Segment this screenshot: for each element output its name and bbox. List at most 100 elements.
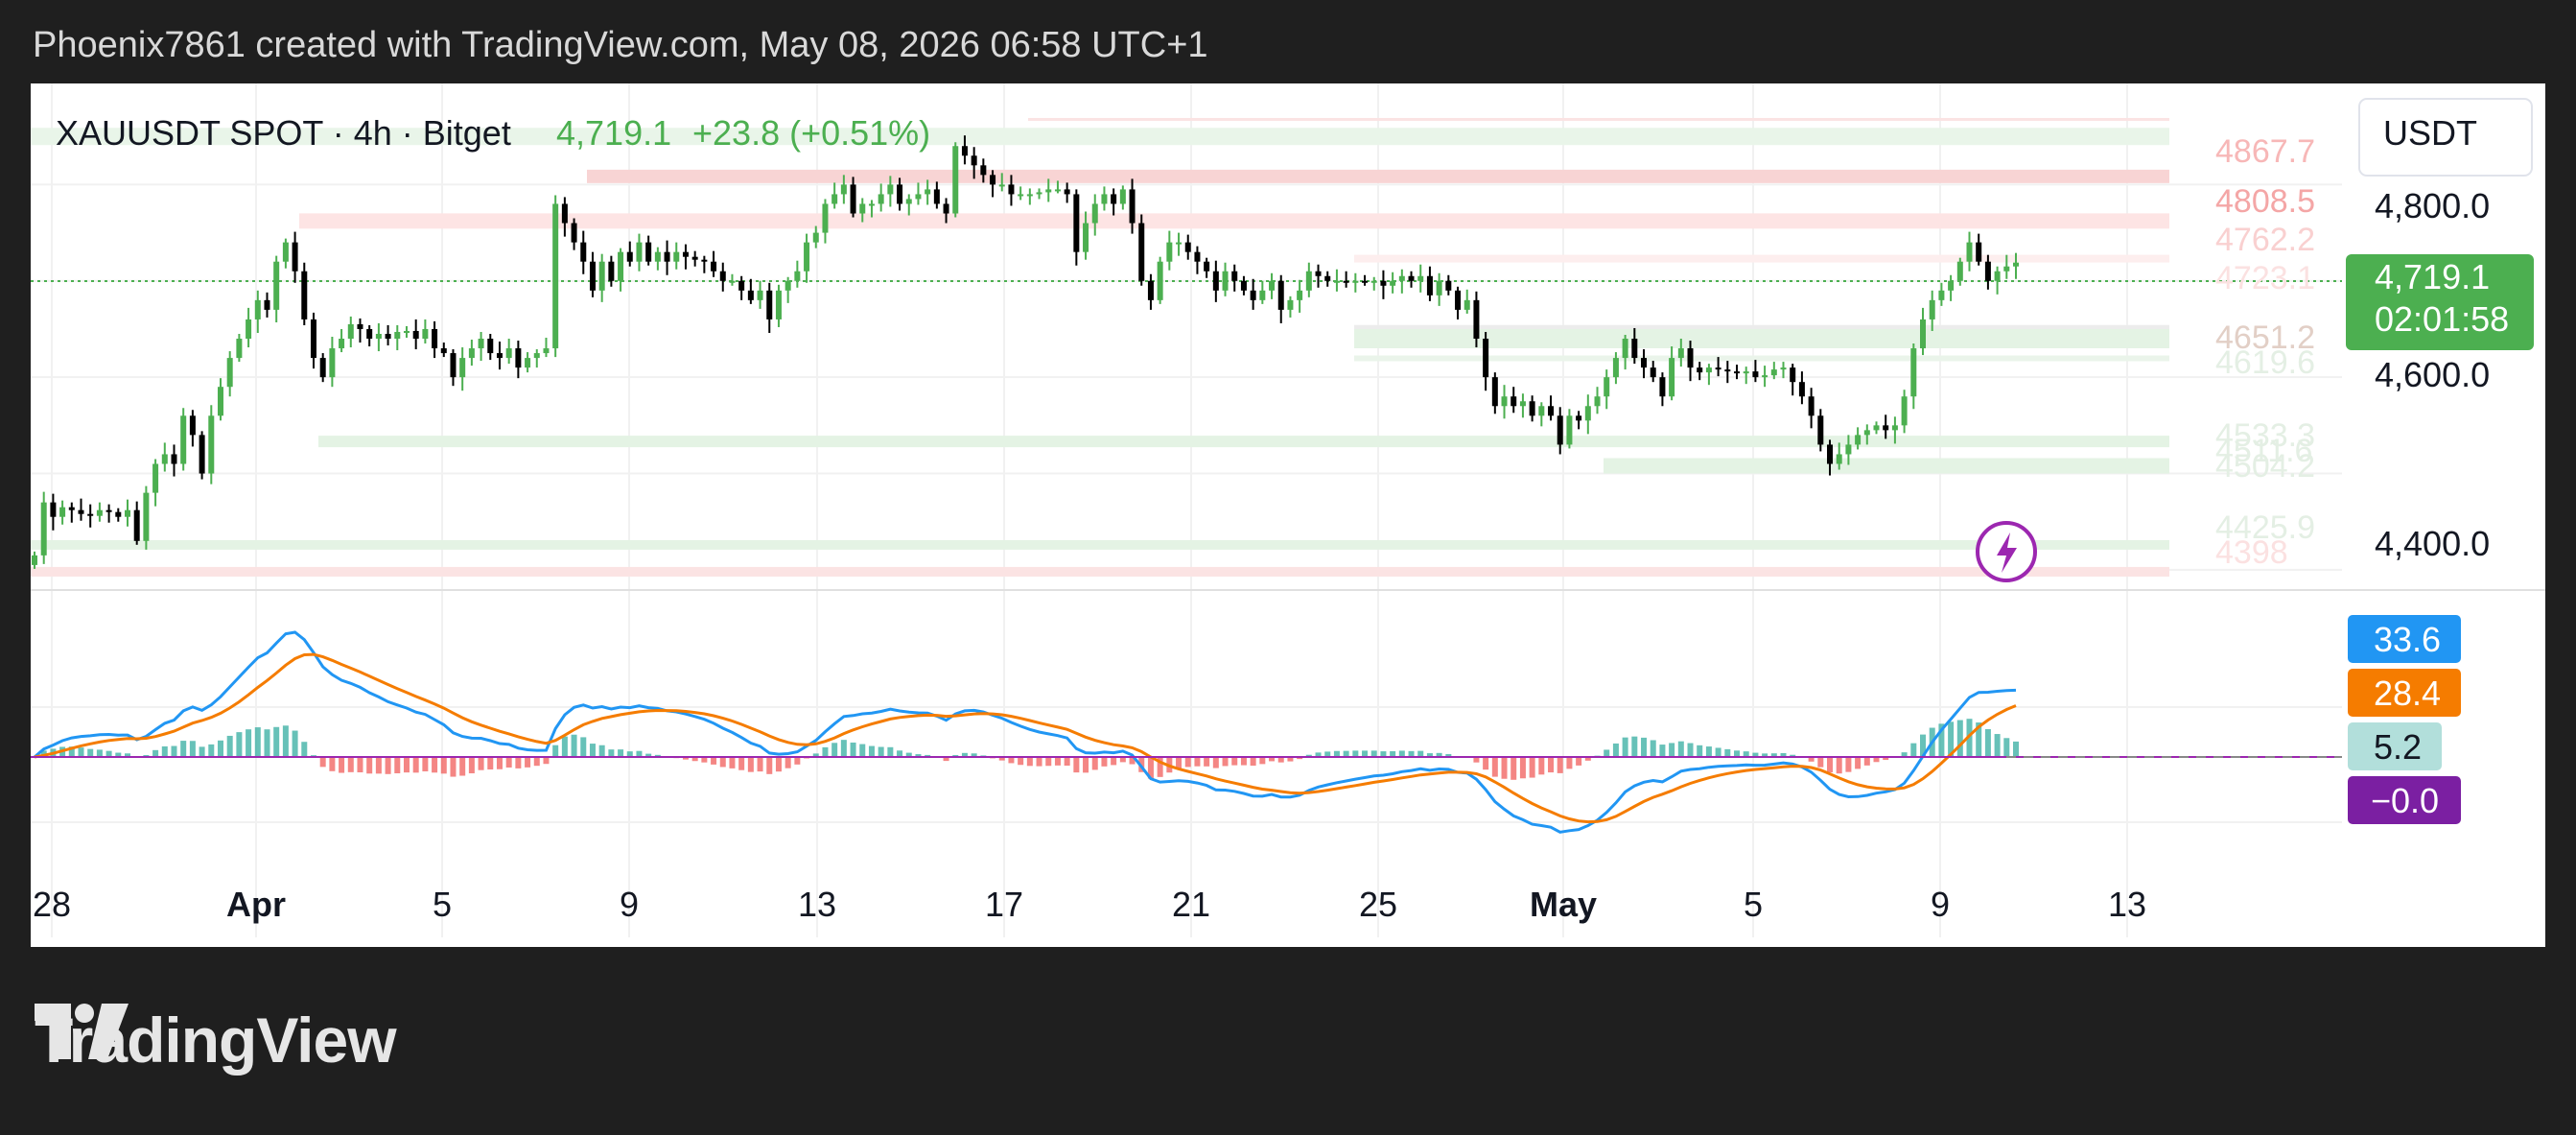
macd-histogram-bar (1817, 757, 1824, 768)
macd-histogram-bar (226, 735, 233, 757)
candle-body (282, 242, 289, 262)
candle-body (757, 290, 763, 300)
macd-histogram-bar (618, 749, 624, 757)
candle-body (96, 509, 103, 516)
candle-body (1669, 358, 1675, 397)
zone-band (587, 169, 2169, 183)
candle-body (394, 331, 401, 340)
candle-body (264, 299, 270, 310)
macd-histogram-bar (2003, 738, 2010, 757)
macd-histogram-bar (357, 757, 363, 773)
macd-histogram-bar (1659, 745, 1666, 757)
candle-body (1473, 299, 1480, 340)
candle-body (645, 242, 652, 262)
macd-histogram-bar (1604, 749, 1610, 757)
candle-body (1036, 192, 1042, 195)
candle-body (273, 261, 280, 310)
zone-label: 4762.2 (2215, 222, 2315, 258)
zone-band (31, 566, 2169, 577)
signal-value: 28.4 (2374, 674, 2441, 713)
macd-histogram-bar (757, 757, 763, 772)
macd-histogram-bar (1259, 757, 1266, 765)
candle-body (1883, 425, 1889, 431)
candle-body (1836, 454, 1842, 464)
candle-body (897, 184, 903, 204)
macd-histogram-bar (487, 757, 494, 769)
candle-body (1269, 280, 1276, 291)
candle-body (608, 261, 615, 281)
candle-body (711, 261, 717, 272)
macd-histogram-bar (1855, 757, 1862, 769)
lightning-icon[interactable] (1976, 521, 2037, 582)
candle-body (1622, 339, 1628, 359)
candle-body (673, 251, 680, 262)
candle-body (1752, 371, 1759, 378)
zone-label: 4723.1 (2215, 260, 2315, 296)
candle-body (246, 319, 252, 340)
candle-body (552, 203, 559, 349)
candle-body (152, 463, 159, 493)
macd-histogram-bar (1073, 757, 1080, 773)
zone-label: 4867.7 (2215, 133, 2315, 170)
x-tick-label: 13 (798, 885, 836, 924)
candle-body (1548, 406, 1555, 416)
macd-histogram-bar (1956, 720, 1963, 757)
candle-body (1008, 184, 1015, 195)
candle-body (1333, 280, 1340, 283)
candle-body (1250, 290, 1256, 300)
macd-histogram-bar (552, 745, 559, 757)
candle-body (1677, 348, 1684, 359)
candle-body (2013, 262, 2019, 267)
candle-body (1631, 339, 1638, 359)
candle-body (385, 333, 391, 340)
macd-histogram-bar (422, 757, 429, 771)
candle-body (440, 348, 447, 354)
candle-body (468, 348, 475, 359)
candle-body (691, 256, 698, 260)
macd-histogram-bar (1083, 757, 1089, 773)
candle-body (1604, 377, 1610, 397)
y-tick-label: 4,600.0 (2375, 355, 2490, 394)
x-tick-label: 5 (1744, 885, 1763, 924)
zone-label: 4619.6 (2215, 344, 2315, 381)
candle-body (1436, 280, 1442, 296)
chart-canvas[interactable]: XAUUSDT SPOT · 4h · Bitget 4,719.1 +23.8… (31, 83, 2545, 947)
candle-body (180, 415, 187, 464)
macd-histogram-bar (515, 757, 522, 768)
macd-histogram-bar (329, 757, 336, 771)
macd-histogram-bar (1557, 757, 1563, 773)
candle-body (1715, 367, 1721, 370)
candle-body (505, 348, 512, 359)
macd-histogram-bar (1548, 757, 1555, 773)
macd-histogram-bar (208, 744, 215, 757)
candle-body (1464, 299, 1470, 310)
macd-histogram-bar (1827, 757, 1834, 773)
currency-button[interactable]: USDT (2383, 113, 2477, 153)
candle-body (422, 328, 429, 340)
x-tick-label: May (1530, 885, 1597, 924)
attribution-text: Phoenix7861 created with TradingView.com… (33, 25, 1208, 65)
macd-histogram-bar (1650, 740, 1656, 757)
candle-body (571, 223, 577, 243)
candle-body (1073, 194, 1080, 252)
macd-histogram-bar (525, 757, 531, 768)
candle-body (840, 184, 847, 195)
macd-line (34, 630, 2017, 834)
candle-body (329, 348, 336, 378)
macd-histogram-bar (1994, 734, 2001, 757)
candle-body (301, 271, 308, 319)
candle-body (1111, 194, 1117, 204)
candle-body (1641, 358, 1648, 368)
candle-body (1259, 290, 1266, 300)
symbol-name[interactable]: XAUUSDT SPOT · 4h · Bitget (56, 113, 511, 153)
macd-histogram-bar (1491, 757, 1498, 777)
candle-body (1510, 396, 1517, 407)
macd-histogram-bar (1111, 757, 1117, 766)
chart-frame[interactable]: XAUUSDT SPOT · 4h · Bitget 4,719.1 +23.8… (31, 83, 2545, 947)
zone-band (31, 539, 2169, 550)
macd-histogram-bar (543, 757, 550, 765)
macd-histogram-bar (1724, 748, 1731, 757)
candle-body (1398, 275, 1405, 281)
candle-body (1455, 290, 1462, 310)
macd-histogram-bar (1622, 737, 1628, 757)
